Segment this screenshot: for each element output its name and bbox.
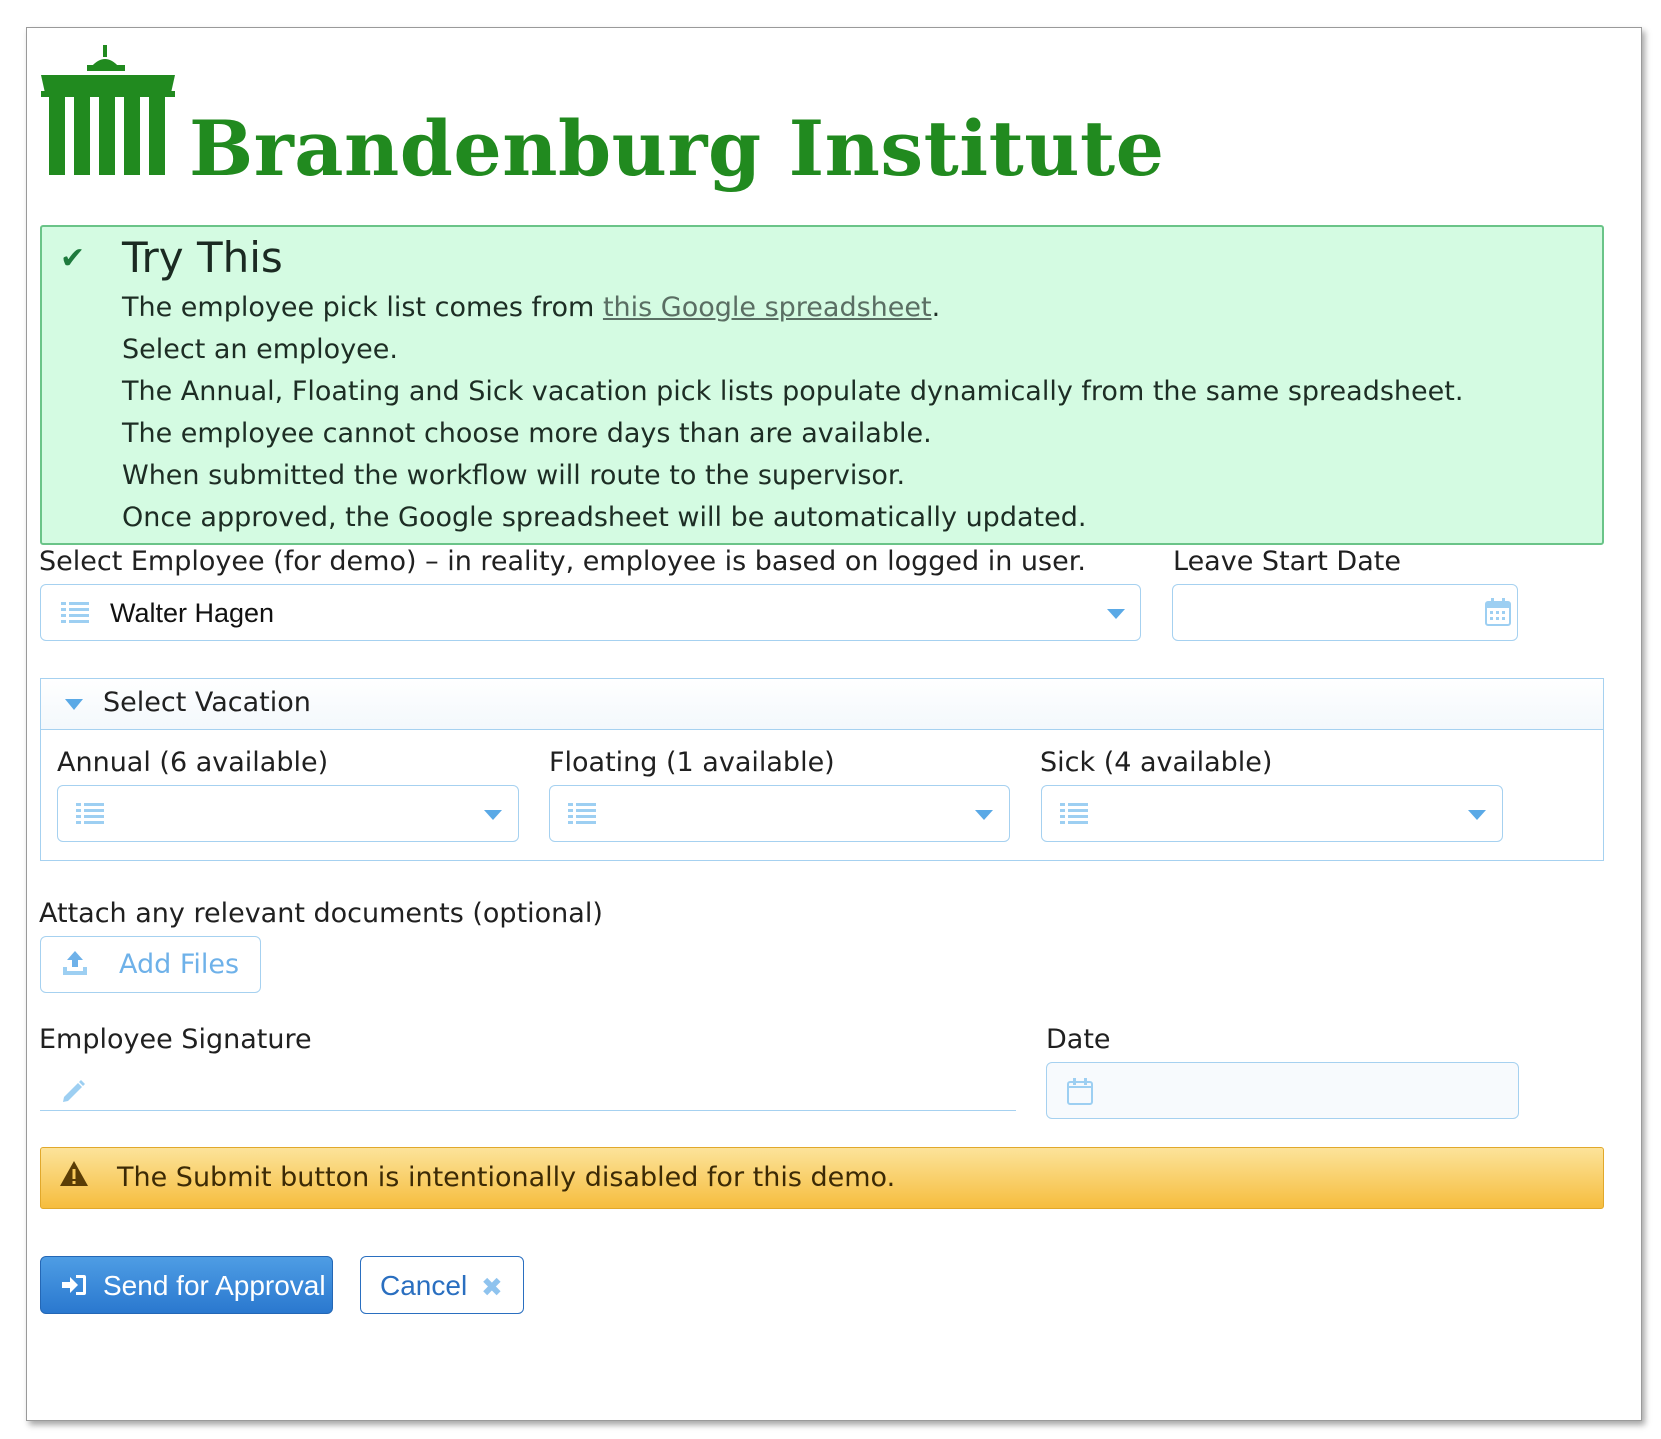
instruction-text: The employee pick list comes from <box>122 292 603 323</box>
warning-banner: The Submit button is intentionally disab… <box>40 1147 1604 1209</box>
send-for-approval-label: Send for Approval <box>103 1270 326 1301</box>
warning-icon <box>60 1161 88 1186</box>
employee-select[interactable]: Walter Hagen <box>40 584 1141 641</box>
list-icon <box>76 803 104 825</box>
instruction-line: The employee cannot choose more days tha… <box>122 418 932 449</box>
instruction-line: The employee pick list comes from this G… <box>122 287 1463 329</box>
calendar-icon[interactable] <box>1485 598 1511 626</box>
employee-selected-value: Walter Hagen <box>110 598 275 628</box>
spreadsheet-link[interactable]: this Google spreadsheet <box>603 292 932 323</box>
signature-label: Employee Signature <box>39 1024 312 1055</box>
employee-label: Select Employee (for demo) – in reality,… <box>39 546 1086 577</box>
vacation-panel-header[interactable]: Select Vacation <box>41 679 1603 730</box>
annual-label: Annual (6 available) <box>57 747 329 778</box>
chevron-down-icon <box>975 810 993 820</box>
chevron-down-icon <box>484 810 502 820</box>
upload-icon <box>63 951 87 975</box>
add-files-button[interactable]: Add Files <box>40 936 261 993</box>
instruction-line: When submitted the workflow will route t… <box>122 460 906 491</box>
cancel-button[interactable]: Cancel ✖ <box>360 1256 524 1314</box>
chevron-down-icon <box>1107 609 1125 619</box>
attachments-label: Attach any relevant documents (optional) <box>39 898 603 929</box>
annual-select[interactable] <box>57 785 519 842</box>
pencil-icon <box>63 1080 85 1102</box>
sick-label: Sick (4 available) <box>1040 747 1273 778</box>
calendar-icon <box>1067 1078 1093 1105</box>
form-window: Brandenburg Institute ✔ Try This The emp… <box>26 27 1642 1421</box>
brandenburg-gate-icon <box>41 45 175 175</box>
cancel-label: Cancel <box>380 1270 468 1301</box>
sick-select[interactable] <box>1041 785 1503 842</box>
warning-text: The Submit button is intentionally disab… <box>117 1162 896 1193</box>
close-icon: ✖ <box>481 1273 503 1303</box>
floating-label: Floating (1 available) <box>549 747 835 778</box>
instruction-text: . <box>931 292 941 323</box>
vacation-panel: Select Vacation Annual (6 available) Flo… <box>40 678 1604 861</box>
leave-start-date-input[interactable] <box>1172 584 1518 641</box>
try-this-panel: ✔ Try This The employee pick list comes … <box>40 225 1604 545</box>
try-this-instructions: The employee pick list comes from this G… <box>122 287 1463 539</box>
chevron-down-icon <box>1468 810 1486 820</box>
signature-field[interactable] <box>40 1110 1016 1111</box>
instruction-line: Select an employee. <box>122 334 398 365</box>
leave-start-label: Leave Start Date <box>1173 546 1401 577</box>
sign-in-icon <box>62 1275 86 1295</box>
list-icon <box>568 803 596 825</box>
vacation-panel-title: Select Vacation <box>103 687 311 718</box>
signature-date-input[interactable] <box>1046 1062 1519 1119</box>
date-label: Date <box>1046 1024 1111 1055</box>
send-for-approval-button[interactable]: Send for Approval <box>40 1256 333 1314</box>
list-icon <box>1060 803 1088 825</box>
instruction-line: The Annual, Floating and Sick vacation p… <box>122 376 1464 407</box>
check-icon: ✔ <box>60 241 86 276</box>
floating-select[interactable] <box>549 785 1010 842</box>
brand-title: Brandenburg Institute <box>189 104 1165 193</box>
instruction-line: Once approved, the Google spreadsheet wi… <box>122 502 1087 533</box>
list-icon <box>61 602 89 624</box>
collapse-caret-icon[interactable] <box>65 699 83 710</box>
add-files-label: Add Files <box>119 949 240 980</box>
try-this-title: Try This <box>122 233 283 282</box>
